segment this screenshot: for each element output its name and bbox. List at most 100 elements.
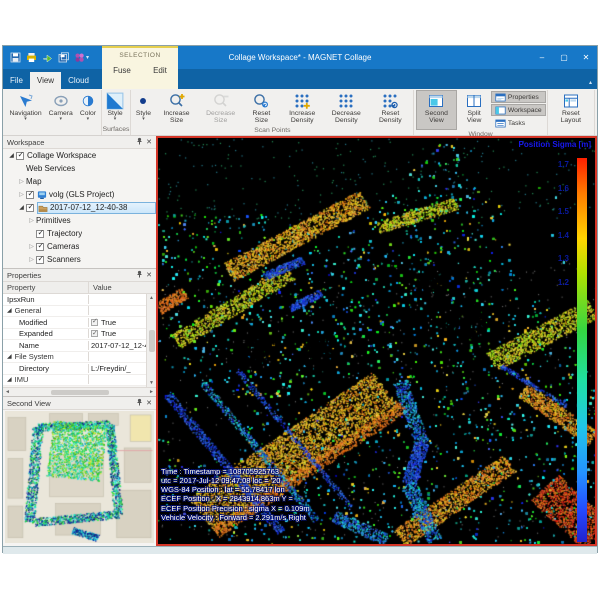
column-property[interactable]: Property [3, 282, 89, 293]
collapse-arrow-icon[interactable]: ◢ [7, 353, 12, 360]
color-button[interactable]: Color▾ [77, 90, 99, 125]
telemetry-line: WGS-84 Position : lat = 55.78417 lon [161, 485, 310, 494]
tree-item-web-services[interactable]: Web Services [3, 162, 156, 175]
qat-collage-logo-icon[interactable] [73, 51, 86, 64]
checkbox[interactable] [26, 204, 34, 212]
properties-button[interactable]: Properties [491, 91, 546, 103]
collapse-arrow-icon[interactable]: ◢ [17, 204, 26, 211]
properties-vertical-scrollbar[interactable]: ▲ ▼ [146, 294, 156, 387]
qat-import-icon[interactable] [41, 51, 54, 64]
ribbon-group-label [6, 125, 100, 135]
scrollbar-thumb[interactable] [51, 390, 109, 395]
checkbox[interactable] [36, 256, 44, 264]
expand-arrow-icon[interactable]: ▷ [27, 243, 36, 250]
property-row-directory[interactable]: DirectoryL:/Freydin/_ [3, 363, 156, 375]
close-icon[interactable]: ✕ [146, 139, 152, 146]
tree-item-collage-workspace[interactable]: ◢Collage Workspace [3, 149, 156, 162]
main-viewport[interactable]: Position Sigma [m] 1.71.61.51.41.31.2 Ti… [156, 136, 597, 546]
style-button[interactable]: Style▾ [133, 90, 154, 126]
tasks-icon [495, 118, 506, 129]
collapse-arrow-icon[interactable]: ◢ [7, 307, 12, 314]
tab-cloud[interactable]: Cloud [61, 72, 96, 89]
collapse-ribbon-icon[interactable]: ▴ [589, 79, 592, 86]
tree-item-primitives[interactable]: ▷Primitives [3, 214, 156, 227]
collapse-arrow-icon[interactable]: ◢ [7, 376, 12, 383]
column-value[interactable]: Value [89, 282, 116, 293]
tab-file[interactable]: File [3, 72, 30, 89]
navigation-button[interactable]: Navigation▾ [7, 90, 45, 125]
scrollbar-thumb[interactable] [149, 330, 155, 352]
property-value: L:/Freydin/_ [91, 364, 131, 373]
qat-dropdown-icon[interactable]: ▾ [86, 54, 89, 61]
colorbar-tick: 1.2 [549, 278, 569, 287]
scroll-down-icon[interactable]: ▼ [149, 380, 154, 386]
workspace-button[interactable]: Workspace [491, 104, 546, 116]
contextual-tab-group: SELECTION FuseEdit [102, 46, 178, 89]
expand-arrow-icon[interactable]: ▷ [27, 217, 36, 224]
style-surface-icon [106, 92, 124, 110]
close-button[interactable]: ✕ [575, 50, 597, 66]
property-row-name[interactable]: Name2017-07-12_12-40-38 [3, 340, 156, 352]
tree-item-cameras[interactable]: ▷Cameras [3, 240, 156, 253]
property-row-modified[interactable]: ModifiedTrue [3, 317, 156, 329]
scroll-right-icon[interactable]: ► [149, 389, 154, 395]
qat-save-all-icon[interactable] [57, 51, 70, 64]
tasks-button[interactable]: Tasks [491, 117, 546, 129]
style-button[interactable]: Style▾ [103, 90, 127, 125]
checkbox[interactable] [36, 230, 44, 238]
maximize-button[interactable]: ▢ [553, 50, 575, 66]
property-name: IpsxRun [7, 295, 35, 304]
reset-density-button[interactable]: Reset Density [369, 90, 412, 126]
tree-item-map[interactable]: ▷Map [3, 175, 156, 188]
expand-arrow-icon[interactable]: ▷ [17, 178, 26, 185]
increase-size-button[interactable]: Increase Size [155, 90, 198, 126]
quick-access-toolbar [3, 51, 86, 64]
tab-edit[interactable]: Edit [149, 65, 171, 76]
tab-fuse[interactable]: Fuse [109, 65, 135, 76]
telemetry-line: Time : Timestamp = 108705925763 [161, 467, 310, 476]
property-row-file-system[interactable]: ◢File System [3, 352, 156, 364]
camera-button[interactable]: Camera▾ [46, 90, 76, 125]
scroll-left-icon[interactable]: ◄ [5, 389, 10, 395]
property-row-ipsxrun[interactable]: IpsxRun [3, 294, 156, 306]
button-label: Tasks [508, 120, 525, 127]
checkbox[interactable] [26, 191, 34, 199]
tree-item-volg-gls-project-[interactable]: ▷volg (GLS Project) [3, 188, 156, 201]
tree-item-2017-07-12-12-40-38[interactable]: ◢2017-07-12_12-40-38 [3, 201, 156, 214]
checkbox[interactable] [91, 319, 98, 326]
expand-arrow-icon[interactable]: ▷ [17, 191, 26, 198]
property-row-imu[interactable]: ◢IMU [3, 375, 156, 387]
pin-icon[interactable] [135, 137, 143, 147]
scroll-up-icon[interactable]: ▲ [149, 295, 154, 301]
qat-print-icon[interactable] [25, 51, 38, 64]
checkbox[interactable] [36, 243, 44, 251]
decrease-density-button[interactable]: Decrease Density [325, 90, 368, 126]
second-view-button[interactable]: Second View [416, 90, 457, 130]
close-icon[interactable]: ✕ [146, 400, 152, 407]
property-row-expanded[interactable]: ExpandedTrue [3, 329, 156, 341]
close-icon[interactable]: ✕ [146, 272, 152, 279]
collapse-arrow-icon[interactable]: ◢ [7, 152, 16, 159]
second-view-map-canvas[interactable] [5, 411, 154, 543]
checkbox[interactable] [91, 330, 98, 337]
pin-icon[interactable] [135, 398, 143, 408]
telemetry-line: utc = 2017-Jul-12 09:47:08 loc = '20 [161, 476, 310, 485]
split-view-button[interactable]: Split View [458, 90, 490, 130]
checkbox[interactable] [16, 152, 24, 160]
density-reset-icon [382, 93, 398, 109]
tree-item-trajectory[interactable]: Trajectory [3, 227, 156, 240]
workspace-icon [495, 105, 506, 116]
minimize-button[interactable]: – [531, 50, 553, 66]
reset-size-button[interactable]: Reset Size [243, 90, 279, 126]
tree-item-scanners[interactable]: ▷Scanners [3, 253, 156, 266]
expand-arrow-icon[interactable]: ▷ [27, 256, 36, 263]
properties-horizontal-scrollbar[interactable]: ◄ ► [3, 387, 156, 396]
pin-icon[interactable] [135, 270, 143, 280]
property-row-general[interactable]: ◢General [3, 306, 156, 318]
increase-density-button[interactable]: Increase Density [281, 90, 324, 126]
qat-save-icon[interactable] [9, 51, 22, 64]
workspace-panel: Workspace ✕ ◢Collage WorkspaceWeb Servic… [3, 136, 156, 269]
tab-view[interactable]: View [30, 72, 61, 89]
reset-layout-button[interactable]: Reset Layout [549, 90, 592, 126]
page: ▾ Collage Workspace* - MAGNET Collage –▢… [0, 0, 600, 600]
